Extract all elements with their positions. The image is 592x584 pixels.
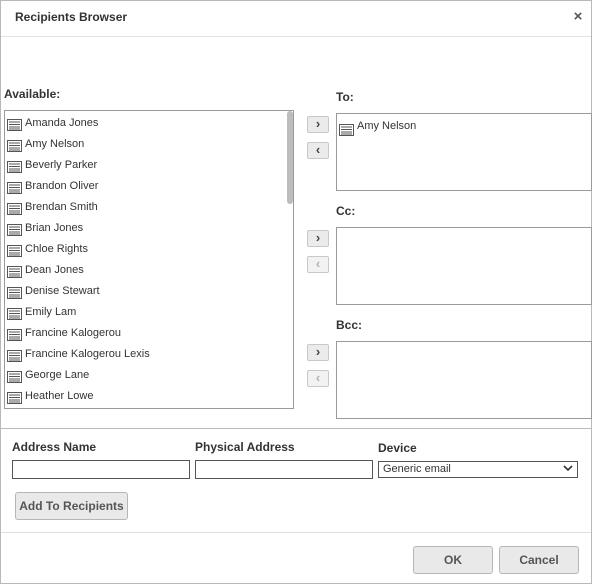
list-item-label: Amy Nelson <box>357 120 417 132</box>
list-item-label: Amy Nelson <box>25 138 85 150</box>
list-item-label: Heather Lowe <box>25 390 94 402</box>
list-item-label: Beverly Parker <box>25 159 98 171</box>
dialog-title: Recipients Browser <box>15 10 128 24</box>
add-to-recipients-button[interactable]: Add To Recipients <box>15 492 128 520</box>
physical-address-input[interactable] <box>195 460 373 479</box>
title-bar: Recipients Browser × <box>1 1 591 37</box>
list-item-label: Dean Jones <box>25 264 84 276</box>
list-item[interactable]: Amy Nelson <box>337 114 591 138</box>
address-name-input[interactable] <box>12 460 190 479</box>
address-card-icon <box>7 349 22 362</box>
list-item[interactable]: Beverly Parker <box>5 155 285 176</box>
remove-cc-button[interactable]: ‹ <box>307 256 329 273</box>
list-item[interactable]: Francine Kalogerou <box>5 323 285 344</box>
list-item-label: Chloe Rights <box>25 243 88 255</box>
list-item-label: Denise Stewart <box>25 285 100 297</box>
address-card-icon <box>7 223 22 236</box>
bcc-list[interactable] <box>336 341 592 419</box>
list-item-label: Brendan Smith <box>25 201 98 213</box>
list-item[interactable]: Brendan Smith <box>5 197 285 218</box>
to-label: To: <box>336 90 354 104</box>
list-item[interactable]: Brian Jones <box>5 218 285 239</box>
list-item[interactable]: Francine Kalogerou Lexis <box>5 344 285 365</box>
address-card-icon <box>7 244 22 257</box>
available-list[interactable]: Amanda Jones Amy Nelson Beverly Parker Bran… <box>4 110 294 409</box>
remove-to-button[interactable]: ‹ <box>307 142 329 159</box>
device-select[interactable]: Generic email <box>378 461 578 478</box>
physical-address-label: Physical Address <box>195 440 295 454</box>
available-items: Amanda Jones Amy Nelson Beverly Parker Bran… <box>5 113 285 407</box>
add-cc-button[interactable]: › <box>307 230 329 247</box>
address-card-icon <box>7 139 22 152</box>
to-list[interactable]: Amy Nelson <box>336 113 592 191</box>
available-label: Available: <box>4 87 61 101</box>
available-scrollbar[interactable] <box>286 111 293 408</box>
list-item-label: Brian Jones <box>25 222 84 234</box>
remove-bcc-button[interactable]: ‹ <box>307 370 329 387</box>
add-bcc-button[interactable]: › <box>307 344 329 361</box>
list-item[interactable]: Heather Lowe <box>5 386 285 407</box>
list-item[interactable]: Chloe Rights <box>5 239 285 260</box>
cancel-button[interactable]: Cancel <box>499 546 579 574</box>
scroll-thumb[interactable] <box>287 111 293 204</box>
list-item[interactable]: Amanda Jones <box>5 113 285 134</box>
bcc-label: Bcc: <box>336 318 363 332</box>
address-card-icon <box>7 265 22 278</box>
list-item-label: Brandon Oliver <box>25 180 99 192</box>
ok-button[interactable]: OK <box>413 546 493 574</box>
list-item[interactable]: Dean Jones <box>5 260 285 281</box>
address-card-icon <box>339 121 354 136</box>
address-card-icon <box>7 181 22 194</box>
address-card-icon <box>7 118 22 131</box>
cc-label: Cc: <box>336 204 356 218</box>
address-card-icon <box>7 307 22 320</box>
list-item-label: Emily Lam <box>25 306 77 318</box>
footer-divider <box>1 532 591 533</box>
address-card-icon <box>7 328 22 341</box>
list-item[interactable]: Emily Lam <box>5 302 285 323</box>
address-card-icon <box>7 370 22 383</box>
section-divider <box>1 428 591 430</box>
list-item[interactable]: Amy Nelson <box>5 134 285 155</box>
address-card-icon <box>7 286 22 299</box>
device-select-value: Generic email <box>383 463 451 475</box>
device-label: Device <box>378 441 417 455</box>
add-to-button[interactable]: › <box>307 116 329 133</box>
address-name-label: Address Name <box>12 440 97 454</box>
address-card-icon <box>7 202 22 215</box>
list-item-label: Francine Kalogerou Lexis <box>25 348 150 360</box>
list-item-label: Francine Kalogerou <box>25 327 122 339</box>
cc-list[interactable] <box>336 227 592 305</box>
address-card-icon <box>7 160 22 173</box>
list-item[interactable]: George Lane <box>5 365 285 386</box>
close-icon[interactable]: × <box>570 9 586 25</box>
recipients-browser-dialog: Recipients Browser × Available: Amanda J… <box>0 0 592 584</box>
list-item[interactable]: Brandon Oliver <box>5 176 285 197</box>
list-item-label: George Lane <box>25 369 90 381</box>
list-item-label: Amanda Jones <box>25 117 99 129</box>
address-card-icon <box>7 391 22 404</box>
chevron-down-icon <box>563 463 573 478</box>
list-item[interactable]: Denise Stewart <box>5 281 285 302</box>
